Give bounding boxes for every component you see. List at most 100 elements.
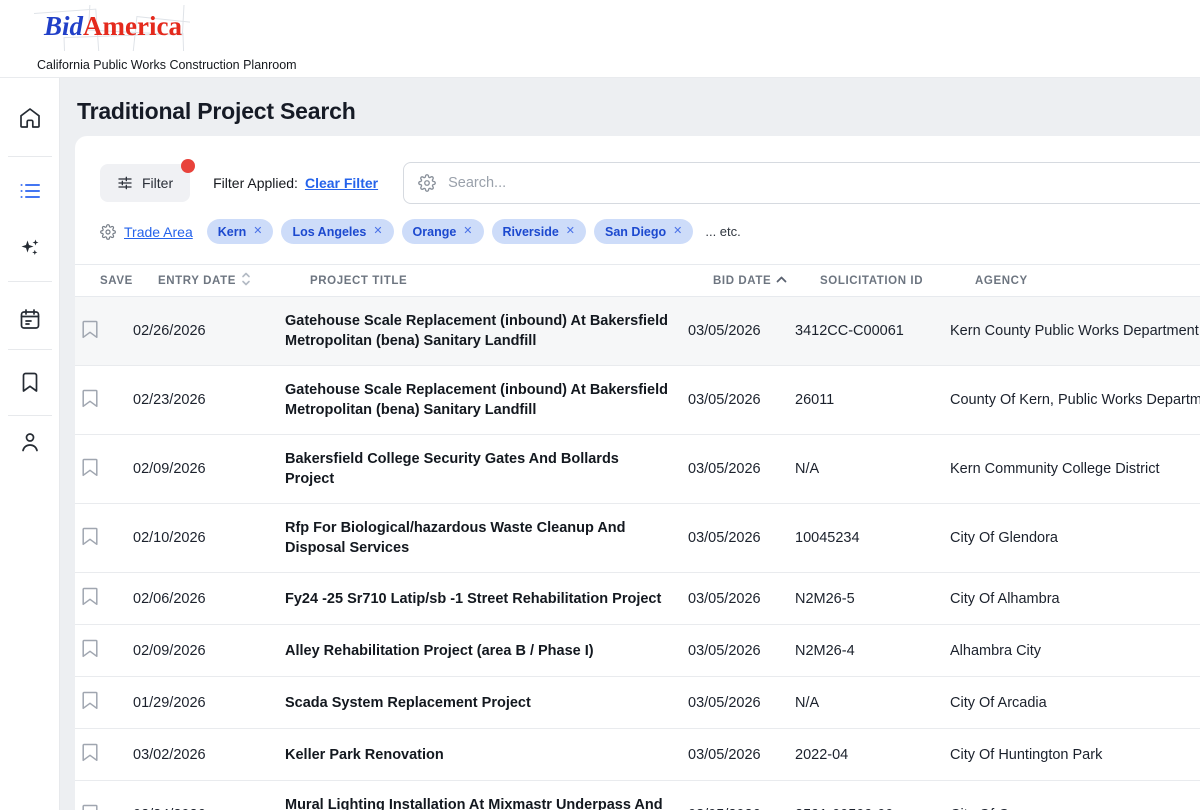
solicitation-id-cell: N/A [795, 694, 820, 711]
solicitation-id-cell: N2M26-4 [795, 642, 855, 659]
entry-date-cell: 02/23/2026 [133, 392, 206, 408]
trade-area-chip[interactable]: San Diego ✕ [594, 219, 694, 244]
bookmark-save-icon[interactable] [82, 743, 98, 762]
save-cell [75, 639, 133, 662]
trade-area-chip[interactable]: Kern ✕ [206, 219, 274, 244]
agency-cell: County Of Kern, Public Works Department [950, 392, 1200, 408]
table-row[interactable]: 01/29/2026 Scada System Replacement Proj… [75, 677, 1200, 729]
sort-both-icon [241, 272, 251, 289]
chip-remove-icon[interactable]: ✕ [373, 226, 382, 237]
user-profile-icon[interactable] [18, 430, 42, 454]
table-row[interactable]: 02/09/2026 Bakersfield College Security … [75, 435, 1200, 504]
table-row[interactable]: 02/23/2026 Gatehouse Scale Replacement (… [75, 366, 1200, 435]
column-header-entry-date[interactable]: Entry Date [158, 272, 310, 289]
table-row[interactable]: 02/10/2026 Rfp For Biological/hazardous … [75, 504, 1200, 573]
save-cell [75, 743, 133, 766]
search-results-card: Filter Filter Applied: Clear Filter Trad… [75, 136, 1200, 810]
save-cell [75, 527, 133, 550]
logo-part-bid: Bid [44, 11, 84, 41]
chip-remove-icon[interactable]: ✕ [463, 226, 472, 237]
home-icon[interactable] [18, 106, 42, 130]
table-row[interactable]: 02/26/2026 Gatehouse Scale Replacement (… [75, 297, 1200, 366]
bookmark-save-icon[interactable] [82, 458, 98, 477]
sidebar-divider [7, 349, 52, 350]
entry-date-cell: 02/09/2026 [133, 642, 206, 659]
project-title-cell[interactable]: Fy24 -25 Sr710 Latip/sb -1 Street Rehabi… [285, 589, 688, 609]
chip-remove-icon[interactable]: ✕ [253, 226, 262, 237]
project-title-cell[interactable]: Mural Lighting Installation At Mixmastr … [285, 795, 688, 810]
save-cell [75, 691, 133, 714]
bid-date-cell: 03/05/2026 [688, 694, 761, 711]
project-title-cell[interactable]: Gatehouse Scale Replacement (inbound) At… [285, 380, 688, 420]
project-title-cell[interactable]: Scada System Replacement Project [285, 693, 688, 713]
save-cell [75, 587, 133, 610]
sidebar-divider [7, 281, 52, 282]
solicitation-id-cell: 26011 [795, 392, 835, 408]
trade-area-chip[interactable]: Orange ✕ [401, 219, 484, 244]
project-title-cell[interactable]: Rfp For Biological/hazardous Waste Clean… [285, 518, 688, 558]
solicitation-id-cell: 10045234 [795, 530, 860, 546]
table-row[interactable]: 02/06/2026 Fy24 -25 Sr710 Latip/sb -1 St… [75, 573, 1200, 625]
entry-date-cell: 02/26/2026 [133, 323, 206, 339]
project-title-cell[interactable]: Keller Park Renovation [285, 745, 688, 765]
trade-area-link[interactable]: Trade Area [124, 224, 193, 240]
bidamerica-logo[interactable]: BidAmerica [34, 5, 190, 51]
filter-active-badge [181, 159, 196, 173]
bookmark-save-icon[interactable] [82, 320, 98, 339]
table-row[interactable]: 02/09/2026 Alley Rehabilitation Project … [75, 625, 1200, 677]
app-window: BidAmerica California Public Works Const… [0, 0, 1200, 810]
search-input[interactable] [448, 175, 1200, 191]
filter-button[interactable]: Filter [100, 159, 196, 202]
bookmark-save-icon[interactable] [82, 527, 98, 546]
agency-cell: City Of Alhambra [950, 590, 1060, 607]
solicitation-id-cell: N/A [795, 461, 820, 477]
chip-label: Riverside [502, 224, 559, 239]
solicitation-id-cell: 3412CC-C00061 [795, 323, 904, 339]
bookmark-save-icon[interactable] [82, 389, 98, 408]
chip-label: Kern [217, 224, 247, 239]
calendar-icon[interactable] [18, 307, 42, 331]
save-cell [75, 320, 133, 343]
project-list-icon[interactable] [18, 179, 42, 203]
bookmark-nav-icon[interactable] [18, 370, 42, 394]
main-content: Traditional Project Search Filter Filter… [60, 78, 1200, 810]
column-header-project-title: Project Title [310, 274, 408, 287]
project-title-cell[interactable]: Bakersfield College Security Gates And B… [285, 449, 688, 489]
solicitation-id-cell: 2022-04 [795, 746, 849, 763]
filter-applied-group: Filter Applied: Clear Filter [213, 175, 378, 191]
trade-area-chip[interactable]: Riverside ✕ [491, 219, 587, 244]
table-row[interactable]: 03/02/2026 Keller Park Renovation 03/05/… [75, 729, 1200, 781]
column-header-bid-date[interactable]: Bid Date [713, 274, 820, 288]
search-box[interactable] [403, 162, 1200, 204]
bookmark-save-icon[interactable] [82, 587, 98, 606]
project-title-cell[interactable]: Alley Rehabilitation Project (area B / P… [285, 641, 688, 661]
filter-applied-label: Filter Applied: [213, 175, 298, 191]
bookmark-save-icon[interactable] [82, 691, 98, 710]
chip-label: Orange [412, 224, 457, 239]
chip-remove-icon[interactable]: ✕ [673, 226, 682, 237]
agency-cell: Kern County Public Works Department [950, 323, 1199, 339]
chip-remove-icon[interactable]: ✕ [566, 226, 575, 237]
top-header: BidAmerica California Public Works Const… [0, 0, 1200, 78]
search-settings-gear-icon [418, 174, 437, 192]
entry-date-cell: 02/09/2026 [133, 461, 206, 477]
logo-text: BidAmerica [44, 11, 182, 42]
agency-cell: City Of Huntington Park [950, 746, 1103, 763]
trade-area-chip[interactable]: Los Angeles ✕ [281, 219, 394, 244]
bookmark-save-icon[interactable] [82, 639, 98, 658]
agency-cell: City Of Glendora [950, 530, 1058, 546]
page-title: Traditional Project Search [77, 98, 356, 124]
bid-date-cell: 03/05/2026 [688, 642, 761, 659]
bid-date-cell: 03/05/2026 [688, 530, 761, 546]
left-sidebar [0, 78, 60, 810]
trade-area-gear-icon [100, 223, 116, 240]
column-header-save: Save [100, 274, 133, 287]
table-row[interactable]: 02/24/2026 Mural Lighting Installation A… [75, 781, 1200, 810]
clear-filter-link[interactable]: Clear Filter [305, 175, 378, 191]
save-cell [75, 458, 133, 481]
sparkles-ai-icon[interactable] [18, 235, 42, 259]
project-title-cell[interactable]: Gatehouse Scale Replacement (inbound) At… [285, 311, 688, 351]
column-header-solicitation-id: Solicitation ID [820, 274, 924, 287]
agency-cell: Kern Community College District [950, 461, 1160, 477]
bookmark-save-icon[interactable] [82, 804, 98, 810]
